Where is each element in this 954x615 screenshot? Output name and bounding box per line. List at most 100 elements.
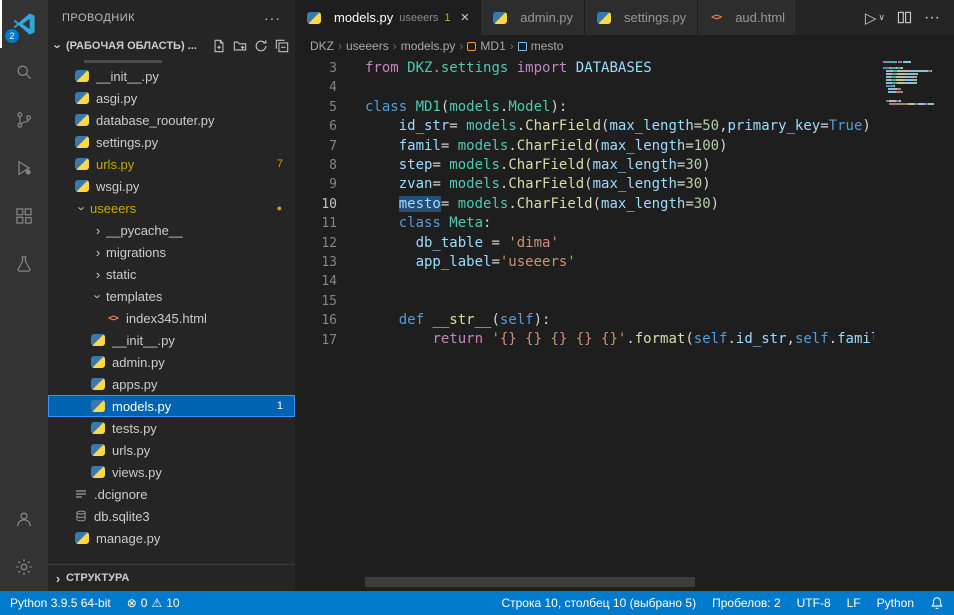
code-content[interactable]: from DKZ.settings import DATABASES class … — [357, 57, 874, 591]
code-line[interactable]: from DKZ.settings import DATABASES — [365, 59, 874, 78]
accounts-icon[interactable] — [0, 495, 48, 543]
code-line[interactable]: famil= models.CharField(max_length=100) — [365, 137, 874, 156]
code-line[interactable]: id_str= models.CharField(max_length=50,p… — [365, 117, 874, 136]
indentation-status[interactable]: Пробелов: 2 — [712, 596, 781, 610]
code-line[interactable]: class MD1(models.Model): — [365, 98, 874, 117]
chevron-right-icon: › — [90, 245, 106, 260]
encoding-status[interactable]: UTF-8 — [797, 596, 831, 610]
code-line[interactable] — [365, 272, 874, 291]
tab-label: settings.py — [624, 10, 686, 25]
tree-file-tests.py[interactable]: tests.py — [48, 417, 295, 439]
explorer-more-actions-icon[interactable]: ··· — [264, 10, 281, 26]
code-editor[interactable]: 34567891011121314151617 from DKZ.setting… — [295, 57, 954, 591]
tab-admin.py[interactable]: admin.py — [481, 0, 585, 35]
tab-settings.py[interactable]: settings.py — [585, 0, 698, 35]
new-file-icon[interactable] — [212, 39, 226, 53]
tree-folder-__pycache__[interactable]: ›__pycache__ — [48, 219, 295, 241]
close-tab-icon[interactable]: × — [461, 10, 470, 25]
run-dropdown-icon[interactable]: ∨ — [878, 12, 885, 23]
python-file-icon — [91, 466, 105, 478]
line-number: 16 — [295, 311, 337, 330]
chevron-down-icon: › — [51, 38, 66, 54]
tree-file-urls.py[interactable]: urls.py7 — [48, 153, 295, 175]
tree-file-admin.py[interactable]: admin.py — [48, 351, 295, 373]
breadcrumb-separator: › — [459, 39, 463, 53]
python-file-icon — [75, 180, 89, 192]
tree-item-partial[interactable] — [48, 57, 295, 65]
notifications-bell-icon[interactable] — [930, 596, 944, 610]
breadcrumb-useeers[interactable]: useeers — [346, 39, 389, 53]
file-name: settings.py — [96, 135, 158, 150]
tree-file-index345.html[interactable]: <>index345.html — [48, 307, 295, 329]
settings-gear-icon[interactable] — [0, 543, 48, 591]
tab-aud.html[interactable]: <>aud.html — [698, 0, 797, 35]
tree-file-database_roouter.py[interactable]: database_roouter.py — [48, 109, 295, 131]
collapse-folders-icon[interactable] — [275, 39, 289, 53]
code-line[interactable] — [365, 78, 874, 97]
tree-folder-static[interactable]: ›static — [48, 263, 295, 285]
tree-file-views.py[interactable]: views.py — [48, 461, 295, 483]
outline-section-header[interactable]: › СТРУКТУРА — [48, 564, 295, 591]
refresh-icon[interactable] — [254, 39, 268, 53]
minimap[interactable] — [883, 57, 945, 591]
code-line[interactable]: step= models.CharField(max_length=30) — [365, 156, 874, 175]
language-mode-status[interactable]: Python — [877, 596, 914, 610]
line-number: 3 — [295, 59, 337, 78]
tree-file-settings.py[interactable]: settings.py — [48, 131, 295, 153]
code-line[interactable]: class Meta: — [365, 214, 874, 233]
line-number: 11 — [295, 214, 337, 233]
extensions-icon[interactable] — [0, 192, 48, 240]
file-name: urls.py — [112, 443, 150, 458]
tree-file-asgi.py[interactable]: asgi.py — [48, 87, 295, 109]
error-icon: ⊗ — [127, 596, 137, 610]
selected-text: mesto — [399, 196, 441, 212]
code-line[interactable]: mesto= models.CharField(max_length=30) — [365, 195, 874, 214]
python-interpreter-status[interactable]: Python 3.9.5 64-bit — [10, 596, 111, 610]
line-number-gutter: 34567891011121314151617 — [295, 57, 357, 591]
tab-models.py[interactable]: models.pyuseeers1× — [295, 0, 481, 35]
code-line[interactable]: app_label='useeers' — [365, 253, 874, 272]
tree-folder-migrations[interactable]: ›migrations — [48, 241, 295, 263]
workspace-section-header[interactable]: › (РАБОЧАЯ ОБЛАСТЬ) ... — [48, 35, 295, 57]
run-python-file-button[interactable]: ▷∨ — [865, 9, 885, 27]
code-line[interactable] — [365, 292, 874, 311]
split-editor-icon[interactable] — [897, 10, 912, 25]
tree-file-manage.py[interactable]: manage.py — [48, 527, 295, 549]
code-line[interactable]: def __str__(self): — [365, 311, 874, 330]
code-line[interactable]: return '{} {} {} {} {}'.format(self.id_s… — [365, 330, 874, 349]
workspace-label: (РАБОЧАЯ ОБЛАСТЬ) ... — [66, 40, 197, 52]
cursor-position-status[interactable]: Строка 10, столбец 10 (выбрано 5) — [501, 596, 696, 610]
tree-file-wsgi.py[interactable]: wsgi.py — [48, 175, 295, 197]
editor-more-actions-icon[interactable]: ··· — [924, 9, 940, 27]
tree-folder-useeers[interactable]: ›useeers● — [48, 197, 295, 219]
breadcrumb-DKZ[interactable]: DKZ — [310, 39, 334, 53]
breadcrumb-separator: › — [338, 39, 342, 53]
new-folder-icon[interactable] — [233, 39, 247, 53]
problems-status[interactable]: ⊗0 ⚠10 — [127, 596, 180, 610]
html-file-icon: <> — [106, 311, 120, 325]
eol-status[interactable]: LF — [847, 596, 861, 610]
run-debug-icon[interactable] — [0, 144, 48, 192]
tree-file-urls.py[interactable]: urls.py — [48, 439, 295, 461]
horizontal-scrollbar[interactable] — [365, 577, 695, 587]
explorer-logo-icon[interactable]: 2 — [0, 0, 48, 48]
testing-icon[interactable] — [0, 240, 48, 288]
code-line[interactable]: db_table = 'dima' — [365, 234, 874, 253]
source-control-icon[interactable] — [0, 96, 48, 144]
code-line[interactable]: zvan= models.CharField(max_length=30) — [365, 175, 874, 194]
tree-file-models.py[interactable]: models.py1 — [48, 395, 295, 417]
search-icon[interactable] — [0, 48, 48, 96]
breadcrumb-mesto[interactable]: mesto — [518, 39, 564, 53]
breadcrumb-MD1[interactable]: MD1 — [467, 39, 505, 53]
modified-dot-icon: ● — [277, 203, 282, 213]
breadcrumb-models.py[interactable]: models.py — [401, 39, 456, 53]
tree-file-__init__.py[interactable]: __init__.py — [48, 329, 295, 351]
tree-folder-templates[interactable]: ›templates — [48, 285, 295, 307]
file-name: __pycache__ — [106, 223, 183, 238]
tree-file-.dcignore[interactable]: .dcignore — [48, 483, 295, 505]
file-name: .dcignore — [94, 487, 147, 502]
tree-file-db.sqlite3[interactable]: db.sqlite3 — [48, 505, 295, 527]
tree-file-apps.py[interactable]: apps.py — [48, 373, 295, 395]
tab-label: aud.html — [735, 10, 785, 25]
tree-file-__init__.py[interactable]: __init__.py — [48, 65, 295, 87]
